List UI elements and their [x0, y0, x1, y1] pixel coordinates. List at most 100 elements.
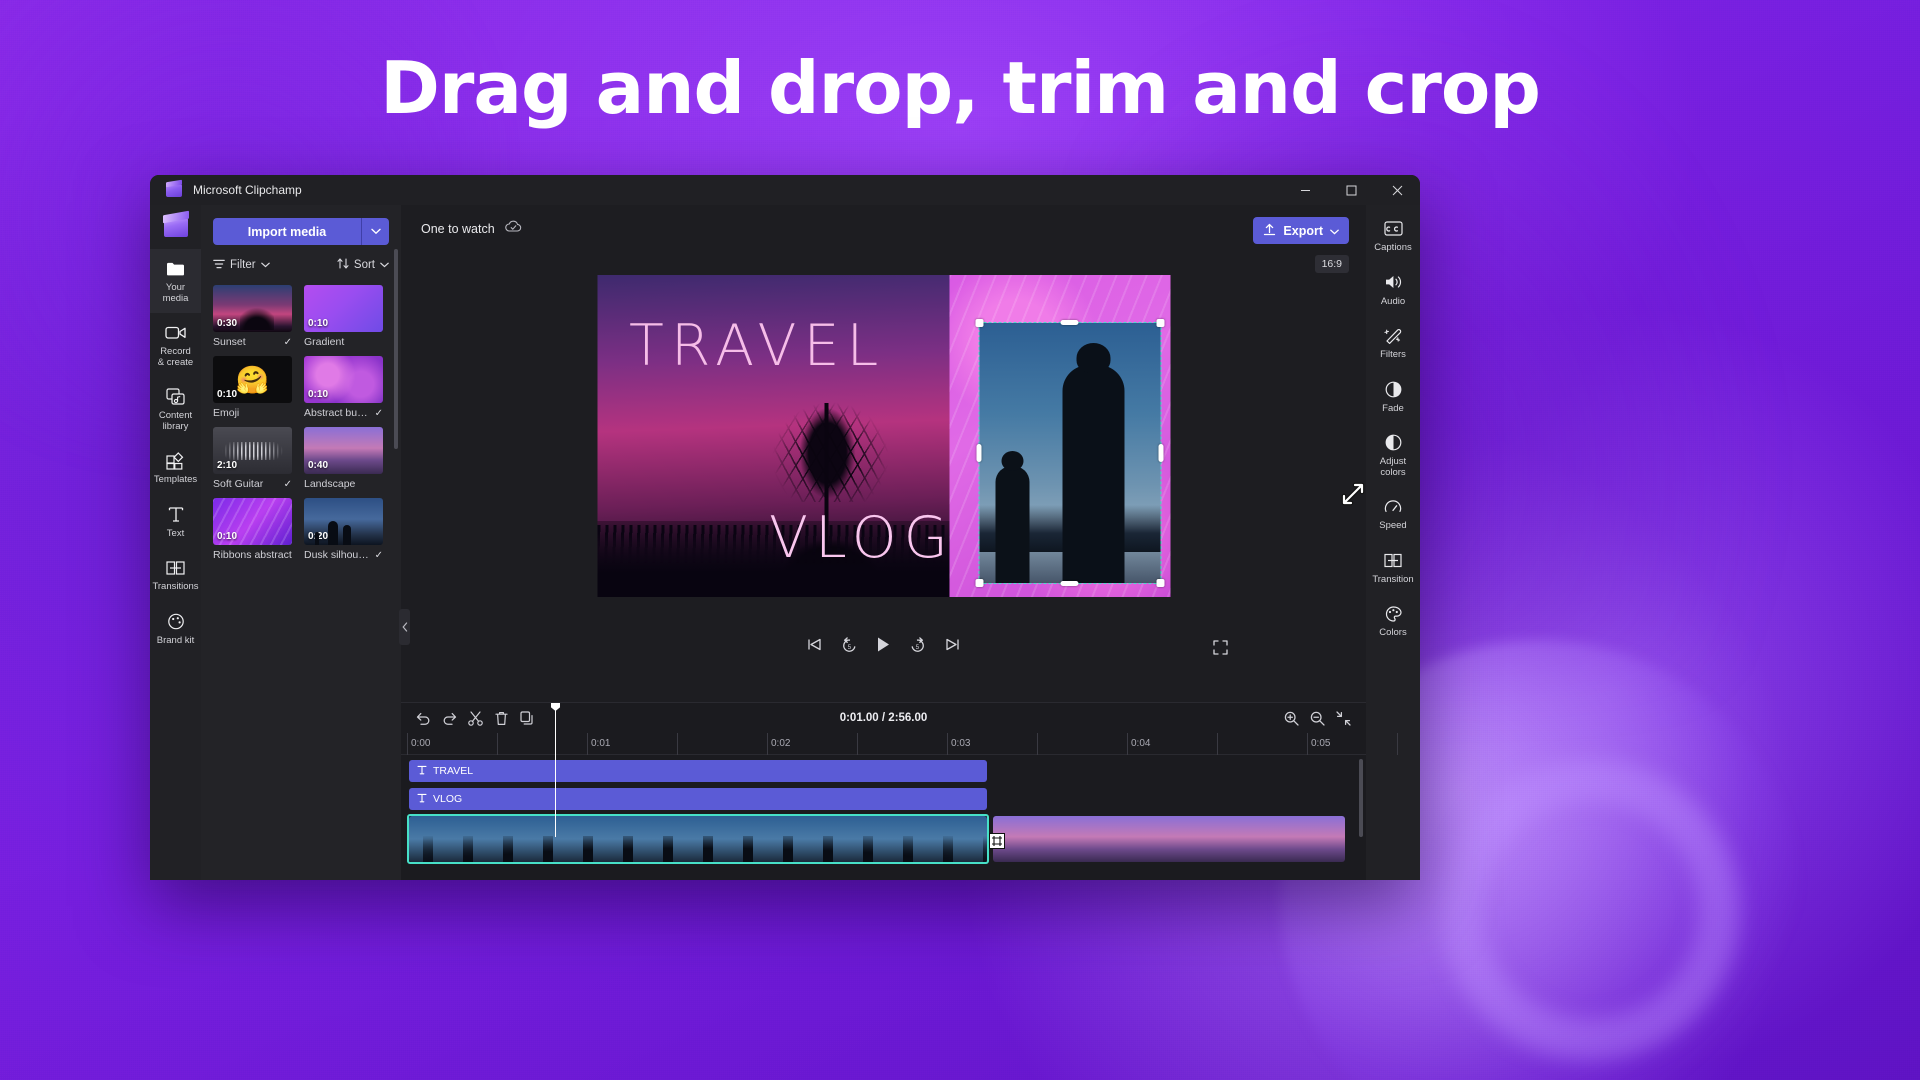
media-item[interactable]: 0:20 Dusk silhouett... ✓: [304, 498, 383, 561]
video-preview-canvas[interactable]: TRAVEL VLOG: [597, 275, 1170, 597]
resize-handle-bottom-left[interactable]: [975, 579, 983, 587]
import-media-row: Import media: [213, 218, 389, 245]
fit-to-screen-button[interactable]: [1330, 703, 1356, 733]
zoom-out-button[interactable]: [1304, 703, 1330, 733]
resize-handle-bottom[interactable]: [1061, 581, 1079, 586]
timeline-ruler[interactable]: 0:00 0:01 0:02 0:03 0:04 0:05 0:06: [401, 733, 1366, 755]
toolbar-label-fade: Fade: [1368, 404, 1418, 415]
media-thumbnail[interactable]: 0:30: [213, 285, 292, 332]
sidebar-item-templates[interactable]: Templates: [150, 441, 201, 495]
undo-button[interactable]: [410, 703, 436, 733]
media-name: Abstract bubbl...: [304, 407, 372, 419]
resize-handle-right[interactable]: [1158, 444, 1163, 462]
aspect-ratio-badge[interactable]: 16:9: [1315, 255, 1349, 273]
media-item[interactable]: 2:10 Soft Guitar ✓: [213, 427, 292, 490]
media-thumbnail[interactable]: 0:10: [304, 285, 383, 332]
svg-text:5: 5: [848, 644, 852, 650]
import-media-button[interactable]: Import media: [213, 218, 361, 245]
media-item[interactable]: 0:30 Sunset ✓: [213, 285, 292, 348]
media-item[interactable]: 0:10 Gradient: [304, 285, 383, 348]
media-panel: Import media Filter: [201, 205, 401, 880]
toolbar-label-adjust-line2: colors: [1368, 468, 1418, 479]
media-duration: 0:10: [217, 389, 237, 400]
timeline-clip-vlog[interactable]: VLOG: [409, 788, 987, 810]
zoom-in-button[interactable]: [1278, 703, 1304, 733]
media-item[interactable]: 0:40 Landscape: [304, 427, 383, 490]
media-panel-scrollbar[interactable]: [394, 249, 398, 449]
toolbar-item-fade[interactable]: Fade: [1366, 370, 1420, 424]
project-name[interactable]: One to watch: [421, 222, 495, 236]
resize-handle-left[interactable]: [976, 444, 981, 462]
clipchamp-window: Microsoft Clipchamp Your media: [150, 175, 1420, 880]
selection-box[interactable]: [978, 322, 1161, 584]
media-thumbnail[interactable]: 🤗 0:10: [213, 356, 292, 403]
preview-text-vlog: VLOG: [769, 505, 955, 571]
sidebar-item-your-media[interactable]: Your media: [150, 249, 201, 313]
maximize-button[interactable]: [1328, 175, 1374, 205]
delete-button[interactable]: [488, 703, 514, 733]
ruler-label: 0:03: [951, 738, 970, 749]
timeline-playhead[interactable]: [555, 703, 556, 837]
window-controls: [1282, 175, 1420, 205]
media-thumbnail[interactable]: 0:40: [304, 427, 383, 474]
sidebar-item-brand-kit[interactable]: Brand kit: [150, 602, 201, 656]
timeline-scrollbar[interactable]: [1359, 759, 1363, 837]
fullscreen-button[interactable]: [1213, 630, 1228, 664]
ruler-label: 0:05: [1311, 738, 1330, 749]
resize-handle-top-left[interactable]: [975, 319, 983, 327]
toolbar-item-captions[interactable]: Captions: [1366, 205, 1420, 263]
redo-button[interactable]: [436, 703, 462, 733]
sort-button[interactable]: Sort: [337, 258, 389, 272]
sidebar-item-text[interactable]: Text: [150, 495, 201, 549]
timeline-clip-travel[interactable]: TRAVEL: [409, 760, 987, 782]
resize-handle-top-right[interactable]: [1156, 319, 1164, 327]
speed-icon: [1368, 496, 1418, 517]
timeline: 0:01.00 / 2:56.00 0:00: [401, 702, 1366, 880]
toolbar-label-captions: Captions: [1368, 243, 1418, 254]
media-item[interactable]: 0:10 Ribbons abstract: [213, 498, 292, 561]
media-item[interactable]: 0:10 Abstract bubbl... ✓: [304, 356, 383, 419]
close-button[interactable]: [1374, 175, 1420, 205]
media-thumbnail[interactable]: 0:10: [304, 356, 383, 403]
sidebar-label-record-line2: & create: [152, 358, 199, 369]
timeline-clip-video-2[interactable]: [993, 816, 1345, 862]
media-name: Ribbons abstract: [213, 549, 292, 561]
media-thumbnail[interactable]: 0:10: [213, 498, 292, 545]
skip-to-start-button[interactable]: [806, 637, 823, 657]
skip-to-end-button[interactable]: [944, 637, 961, 657]
sidebar-item-record-create[interactable]: Record & create: [150, 313, 201, 377]
duplicate-button[interactable]: [514, 703, 540, 733]
toolbar-item-adjust-colors[interactable]: Adjust colors: [1366, 423, 1420, 487]
forward-5-button[interactable]: 5: [909, 637, 926, 658]
toolbar-label-filters: Filters: [1368, 350, 1418, 361]
resize-handle-top[interactable]: [1061, 320, 1079, 325]
media-item[interactable]: 🤗 0:10 Emoji: [213, 356, 292, 419]
media-thumbnail[interactable]: 2:10: [213, 427, 292, 474]
sidebar-item-transitions[interactable]: Transitions: [150, 548, 201, 602]
resize-handle-bottom-right[interactable]: [1156, 579, 1164, 587]
import-media-dropdown-button[interactable]: [362, 218, 389, 245]
toolbar-item-colors[interactable]: Colors: [1366, 594, 1420, 648]
toolbar-item-audio[interactable]: Audio: [1366, 263, 1420, 317]
toolbar-item-filters[interactable]: Filters: [1366, 316, 1420, 370]
minimize-button[interactable]: [1282, 175, 1328, 205]
media-thumbnail[interactable]: 0:20: [304, 498, 383, 545]
toolbar-item-transition[interactable]: Transition: [1366, 541, 1420, 595]
filter-button[interactable]: Filter: [213, 259, 270, 272]
sidebar-item-content-library[interactable]: Content library: [150, 377, 201, 441]
timeline-track-video: [401, 816, 1366, 862]
text-clip-icon: [417, 765, 427, 778]
ruler-label: 0:01: [591, 738, 610, 749]
rewind-5-button[interactable]: 5: [841, 637, 858, 658]
ruler-label: 0:04: [1131, 738, 1150, 749]
export-label: Export: [1283, 224, 1323, 238]
export-button[interactable]: Export: [1253, 217, 1349, 244]
timeline-toolbar: 0:01.00 / 2:56.00: [401, 703, 1366, 733]
templates-icon: [152, 450, 199, 471]
media-grid: 0:30 Sunset ✓ 0:10 Gradient: [213, 285, 389, 561]
chevron-down-icon: [1330, 224, 1339, 238]
text-clip-icon: [417, 793, 427, 806]
play-button[interactable]: [876, 636, 891, 658]
split-button[interactable]: [462, 703, 488, 733]
toolbar-item-speed[interactable]: Speed: [1366, 487, 1420, 541]
